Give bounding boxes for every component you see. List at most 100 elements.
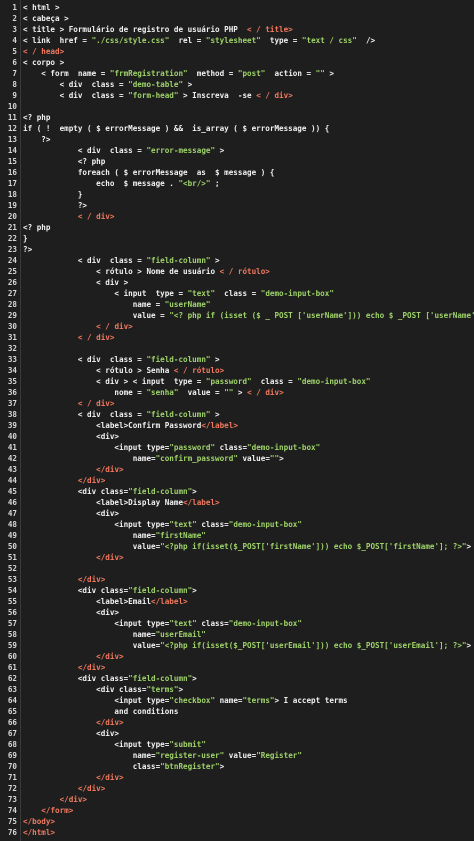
code-line[interactable]: 74 </form> [0, 805, 474, 816]
code-line[interactable]: 65 and conditions [0, 706, 474, 717]
code-line[interactable]: 47 <div> [0, 508, 474, 519]
code-line[interactable]: 5 < / head> [0, 46, 474, 57]
code-line[interactable]: 21 <? php [0, 222, 474, 233]
code-line[interactable]: 41 <input type="password" class="demo-in… [0, 442, 474, 453]
code-line[interactable]: 32 [0, 343, 474, 354]
code-line[interactable]: 66 </div> [0, 717, 474, 728]
code-line[interactable]: 57 <input type="text" class="demo-input-… [0, 618, 474, 629]
code-line[interactable]: 34 < rótulo > Senha < / rótulo> [0, 365, 474, 376]
code-line[interactable]: 33 < div class = "field-column" > [0, 354, 474, 365]
code-token: "demo-input-box" [228, 520, 302, 529]
code-line[interactable]: 17 echo $ message . "<br/>" ; [0, 178, 474, 189]
code-line[interactable]: 72 </div> [0, 783, 474, 794]
code-line[interactable]: 67 <div> [0, 728, 474, 739]
code-line[interactable]: 51 </div> [0, 552, 474, 563]
code-line[interactable]: 64 <input type="checkbox" name="terms"> … [0, 695, 474, 706]
code-line[interactable]: 18 } [0, 189, 474, 200]
code-line[interactable]: 23 ?> [0, 244, 474, 255]
code-line[interactable]: 29 value = "<? php if (isset ($ _ POST [… [0, 310, 474, 321]
code-line[interactable]: 58 name="userEmail" [0, 629, 474, 640]
code-line[interactable]: 26 < div > [0, 277, 474, 288]
code-line[interactable]: 40 <div> [0, 431, 474, 442]
code-line[interactable]: 19 ?> [0, 200, 474, 211]
code-line[interactable]: 12 if ( ! empty ( $ errorMessage ) && is_… [0, 123, 474, 134]
code-line[interactable]: 24 < div class = "field-column" > [0, 255, 474, 266]
code-line[interactable]: 9 < div class = "form-head" > Inscreva -… [0, 90, 474, 101]
line-code: <? php [23, 156, 105, 167]
code-line[interactable]: 28 name = "userName" [0, 299, 474, 310]
code-token: </div> [96, 553, 124, 562]
code-token: "demo-table" [128, 80, 184, 89]
code-line[interactable]: 59 value="<?php if(isset($_POST['userEma… [0, 640, 474, 651]
code-line[interactable]: 54 <div class="field-column"> [0, 585, 474, 596]
code-line[interactable]: 13 ?> [0, 134, 474, 145]
code-line[interactable]: 8 < div class = "demo-table" > [0, 79, 474, 90]
code-line[interactable]: 44 </div> [0, 475, 474, 486]
code-line[interactable]: 2 < cabeça > [0, 13, 474, 24]
code-line[interactable]: 50 value="<?php if(isset($_POST['firstNa… [0, 541, 474, 552]
code-line[interactable]: 68 <input type="submit" [0, 739, 474, 750]
code-line[interactable]: 48 <input type="text" class="demo-input-… [0, 519, 474, 530]
code-line[interactable]: 43 </div> [0, 464, 474, 475]
code-token: > [210, 355, 220, 364]
code-editor[interactable]: 1 < html > 2 < cabeça > 3 < title > Formulári… [0, 0, 474, 841]
code-line[interactable]: 76 </html> [0, 827, 474, 838]
code-token: "submit" [169, 740, 206, 749]
code-line[interactable]: 6 < corpo > [0, 57, 474, 68]
line-number: 44 [7, 476, 17, 485]
code-line[interactable]: 49 name="firstName" [0, 530, 474, 541]
code-line[interactable]: 10 [0, 101, 474, 112]
code-line[interactable]: 56 <div> [0, 607, 474, 618]
code-line[interactable]: 53 </div> [0, 574, 474, 585]
code-line[interactable]: 55 <label>Email</label> [0, 596, 474, 607]
code-line[interactable]: 1 < html > [0, 2, 474, 13]
code-token: </div> [96, 718, 124, 727]
code-line[interactable]: 11 <? php [0, 112, 474, 123]
line-number: 31 [7, 333, 17, 342]
code-line[interactable]: 3 < title > Formulário de registro de usu… [0, 24, 474, 35]
code-line[interactable]: 60 </div> [0, 651, 474, 662]
code-line[interactable]: 45 <div class="field-column"> [0, 486, 474, 497]
code-line[interactable]: 20 < / div> [0, 211, 474, 222]
code-line[interactable]: 61 </div> [0, 662, 474, 673]
code-line[interactable]: 63 <div class="terms"> [0, 684, 474, 695]
code-line[interactable]: 46 <label>Display Name</label> [0, 497, 474, 508]
code-line[interactable]: 35 < div > < input type = "password" cla… [0, 376, 474, 387]
code-line[interactable]: 30 < / div> [0, 321, 474, 332]
code-token: < html > [23, 3, 60, 12]
code-line[interactable]: 36 nome = "senha" value = "" > < / div> [0, 387, 474, 398]
code-token: value= [224, 751, 257, 760]
code-line[interactable]: 37 < / div> [0, 398, 474, 409]
code-line[interactable]: 75 </body> [0, 816, 474, 827]
code-line[interactable]: 73 </div> [0, 794, 474, 805]
code-token: </div> [77, 476, 106, 485]
code-line[interactable]: 42 name="confirm_password" value=""> [0, 453, 474, 464]
code-line[interactable]: 22} [0, 233, 474, 244]
line-number: 68 [7, 740, 17, 749]
code-line[interactable]: 71 </div> [0, 772, 474, 783]
code-token: "field-column" [128, 487, 193, 496]
code-line[interactable]: 4 < link href = "./css/style.css" rel = "… [0, 35, 474, 46]
code-line[interactable]: 62 <div class="field-column"> [0, 673, 474, 684]
code-line[interactable]: 70 class="btnRegister"> [0, 761, 474, 772]
line-code: < div class = "demo-table" > [23, 79, 193, 90]
code-line[interactable]: 14 < div class = "error-message" > [0, 145, 474, 156]
code-line[interactable]: 25 < rótulo > Nome de usuário < / rótulo… [0, 266, 474, 277]
code-line[interactable]: 52 [0, 563, 474, 574]
code-line[interactable]: 7 < form name = "frmRegistration" method… [0, 68, 474, 79]
code-line[interactable]: 31 < / div> [0, 332, 474, 343]
code-token: < title > Formulário de registro de usuá… [23, 25, 248, 34]
line-number: 52 [7, 564, 17, 573]
line-code: < div class = "form-head" > Inscreva -se… [23, 90, 293, 101]
code-line[interactable]: 16 foreach ( $ errorMessage as $ message… [0, 167, 474, 178]
code-token: </body> [23, 817, 56, 826]
code-line[interactable]: 38 < div class = "field-column" > [0, 409, 474, 420]
code-line[interactable]: 39 <label>Confirm Password</label> [0, 420, 474, 431]
code-line[interactable]: 69 name="register-user" value="Register" [0, 750, 474, 761]
code-line[interactable]: 27 < input type = "text" class = "demo-i… [0, 288, 474, 299]
line-code: </div> [23, 717, 124, 728]
code-token: "field-column" [128, 674, 193, 683]
code-line[interactable]: 15 <? php [0, 156, 474, 167]
